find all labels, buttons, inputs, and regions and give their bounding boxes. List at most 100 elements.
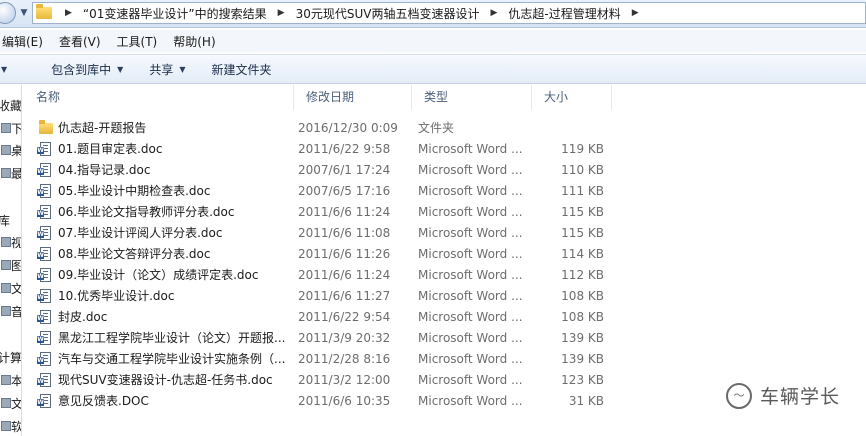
nav-favorites[interactable]: 收藏 (0, 97, 21, 114)
file-name: 06.毕业论文指导教师评分表.doc (58, 205, 235, 219)
menu-view[interactable]: 查看(V) (51, 33, 109, 50)
file-size: 115 KB (561, 226, 604, 240)
download-icon (1, 123, 11, 133)
menu-tools[interactable]: 工具(T) (109, 33, 166, 50)
file-size: 110 KB (561, 163, 604, 177)
include-in-library-button[interactable]: 包含到库中 ▼ (38, 61, 136, 78)
file-row[interactable]: 07.毕业设计评阅人评分表.doc 2011/6/6 11:08 Microsoft… (24, 223, 866, 244)
file-size: 111 KB (561, 184, 604, 198)
watermark-text: 车辆学长 (759, 386, 840, 408)
file-row[interactable]: 09.毕业设计（论文）成绩评定表.doc 2011/6/6 11:24 Micros… (24, 265, 866, 286)
file-type: Microsoft Word ... (418, 310, 523, 324)
folder-icon (36, 4, 52, 19)
column-size[interactable]: 大小 (532, 85, 612, 110)
word-document-icon (37, 268, 51, 282)
file-size: 114 KB (561, 247, 604, 261)
file-date: 2011/2/28 8:16 (298, 352, 391, 366)
menu-edit[interactable]: 编辑(E) (0, 33, 51, 50)
file-row[interactable]: 05.毕业设计中期检查表.doc 2007/6/5 17:16 Microsoft … (24, 181, 866, 202)
share-label: 共享 (149, 62, 174, 77)
file-row[interactable]: 汽车与交通工程学院毕业设计实施条例（... 2011/2/28 8:16 Micro… (24, 349, 866, 370)
file-type: Microsoft Word ... (418, 373, 523, 387)
chevron-right-icon[interactable]: ▶ (269, 8, 294, 18)
file-size: 139 KB (561, 331, 604, 345)
file-size: 119 KB (561, 142, 604, 156)
file-row[interactable]: 04.指导记录.doc 2007/6/1 17:24 Microsoft Word … (24, 160, 866, 181)
file-name: 04.指导记录.doc (58, 163, 151, 177)
file-row[interactable]: 封皮.doc 2011/6/22 9:54 Microsoft Word ... 10… (24, 307, 866, 328)
breadcrumb-current-folder[interactable]: 仇志超-过程管理材料 (506, 5, 622, 22)
file-name: 07.毕业设计评阅人评分表.doc (58, 226, 223, 240)
document-icon (1, 283, 11, 293)
file-row[interactable]: 06.毕业论文指导教师评分表.doc 2011/6/6 11:24 Microsof… (24, 202, 866, 223)
music-icon (1, 306, 11, 316)
column-header-row: 名称 修改日期 类型 大小 (24, 85, 866, 110)
word-document-icon (37, 373, 51, 387)
file-row[interactable]: 01.题目审定表.doc 2011/6/22 9:58 Microsoft Word… (24, 139, 866, 160)
column-date-modified[interactable]: 修改日期 (294, 85, 412, 110)
file-date: 2011/6/6 10:35 (298, 394, 391, 408)
file-row[interactable]: 仇志超-开题报告 2016/12/30 0:09 文件夹 (24, 118, 866, 139)
nav-drive-software[interactable]: 软 (11, 418, 21, 435)
video-icon (1, 237, 11, 247)
file-size: 112 KB (561, 268, 604, 282)
nav-videos[interactable]: 视 (11, 234, 21, 251)
file-row[interactable]: 黑龙江工程学院毕业设计（论文）开题报... 2011/3/9 20:32 Micro… (24, 328, 866, 349)
watermark: ～ 车辆学长 (725, 382, 840, 409)
address-box[interactable]: ▶ “01变速器毕业设计”中的搜索结果 ▶ 30元现代SUV两轴五档变速器设计 … (32, 2, 866, 24)
nav-computer[interactable]: 计算 (0, 349, 21, 366)
new-folder-button[interactable]: 新建文件夹 (199, 61, 285, 78)
file-date: 2016/12/30 0:09 (298, 121, 398, 135)
file-date: 2011/6/6 11:24 (298, 268, 391, 282)
breadcrumb-search-results[interactable]: “01变速器毕业设计”中的搜索结果 (81, 5, 269, 22)
chevron-right-icon[interactable]: ▶ (481, 8, 506, 18)
file-type: Microsoft Word ... (418, 142, 523, 156)
file-date: 2011/3/9 20:32 (298, 331, 391, 345)
nav-recent[interactable]: 最 (11, 165, 21, 182)
file-type: Microsoft Word ... (418, 268, 523, 282)
file-name: 08.毕业论文答辩评分表.doc (58, 247, 211, 261)
file-size: 31 KB (568, 394, 604, 408)
nav-libraries[interactable]: 库 (0, 212, 10, 229)
organize-caret-icon[interactable]: ▼ (0, 65, 20, 74)
breadcrumb-project-folder[interactable]: 30元现代SUV两轴五档变速器设计 (294, 5, 482, 22)
nav-documents[interactable]: 文 (11, 280, 21, 297)
nav-desktop[interactable]: 桌 (11, 142, 21, 159)
menu-help[interactable]: 帮助(H) (165, 33, 223, 50)
file-date: 2011/6/22 9:58 (298, 142, 391, 156)
chevron-right-icon[interactable]: ▶ (56, 8, 81, 18)
drive-icon (1, 375, 11, 385)
word-document-icon (37, 142, 51, 156)
file-size: 123 KB (561, 373, 604, 387)
file-date: 2007/6/1 17:24 (298, 163, 391, 177)
file-type: Microsoft Word ... (418, 184, 523, 198)
recent-pages-dropdown-icon[interactable]: ▼ (18, 7, 30, 19)
file-type: Microsoft Word ... (418, 247, 523, 261)
file-name: 现代SUV变速器设计-仇志超-任务书.doc (58, 373, 273, 387)
file-date: 2011/6/6 11:27 (298, 289, 391, 303)
file-row[interactable]: 10.优秀毕业设计.doc 2011/6/6 11:27 Microsoft Wor… (24, 286, 866, 307)
nav-local-disk[interactable]: 本 (11, 372, 21, 389)
nav-downloads[interactable]: 下 (11, 120, 21, 137)
file-size: 108 KB (561, 310, 604, 324)
chevron-right-icon[interactable]: ▶ (623, 8, 648, 18)
recent-icon (1, 168, 11, 178)
word-document-icon (37, 289, 51, 303)
file-row[interactable]: 08.毕业论文答辩评分表.doc 2011/6/6 11:26 Microsoft … (24, 244, 866, 265)
nav-pictures[interactable]: 图 (11, 257, 21, 274)
folder-icon (39, 120, 53, 134)
wechat-logo-glyph: ～ (733, 389, 745, 402)
column-type[interactable]: 类型 (412, 85, 532, 110)
include-in-library-label: 包含到库中 (51, 62, 112, 77)
back-button[interactable] (0, 2, 16, 24)
wechat-logo-icon: ～ (725, 382, 752, 409)
file-type: Microsoft Word ... (418, 163, 523, 177)
share-button[interactable]: 共享 ▼ (136, 61, 198, 78)
column-name[interactable]: 名称 (24, 85, 294, 110)
nav-drive-documents[interactable]: 文 (11, 395, 21, 412)
address-bar: ▼ ▶ “01变速器毕业设计”中的搜索结果 ▶ 30元现代SUV两轴五档变速器设… (0, 0, 866, 28)
nav-music[interactable]: 音 (11, 303, 21, 320)
file-name: 仇志超-开题报告 (58, 121, 147, 135)
word-document-icon (37, 310, 51, 324)
file-type: Microsoft Word ... (418, 289, 523, 303)
